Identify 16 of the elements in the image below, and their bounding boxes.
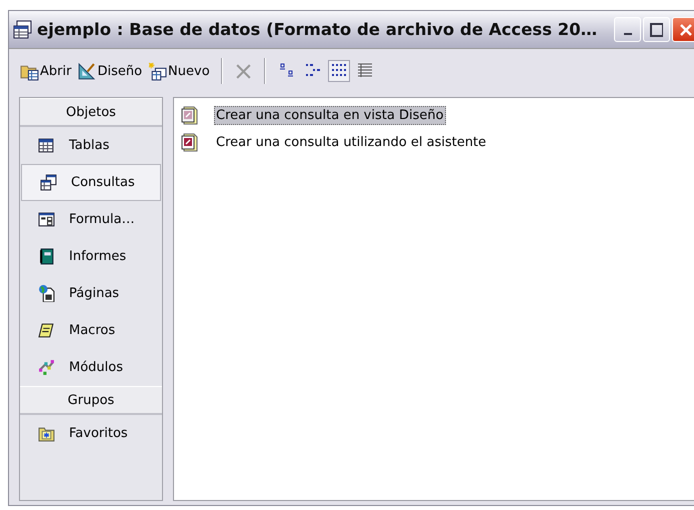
window-title: ejemplo : Base de datos (Formato de archivo de Access 20… — [37, 20, 598, 39]
sidebar-item[interactable]: Consultas — [21, 164, 161, 201]
section-header[interactable]: Objetos — [20, 98, 162, 127]
sidebar-item[interactable]: Informes — [21, 238, 161, 275]
sidebar-item[interactable]: Páginas — [21, 275, 161, 312]
sidebar-item[interactable]: Formula… — [21, 201, 161, 238]
toolbar-button[interactable]: Diseño — [76, 60, 144, 82]
sidebar-item[interactable]: Módulos — [21, 349, 161, 386]
list-item[interactable]: Crear una consulta en vista Diseño — [214, 106, 446, 125]
list-item[interactable]: Crear una consulta utilizando el asistente — [214, 133, 488, 152]
sidebar-item[interactable]: Favoritos — [21, 415, 161, 452]
section-header[interactable]: Grupos — [20, 386, 162, 415]
toolbar-button[interactable]: Abrir — [19, 60, 72, 82]
toolbar-button[interactable]: Nuevo — [147, 60, 211, 82]
sidebar-item[interactable]: Macros — [21, 312, 161, 349]
sidebar-item[interactable]: Tablas — [21, 127, 161, 164]
